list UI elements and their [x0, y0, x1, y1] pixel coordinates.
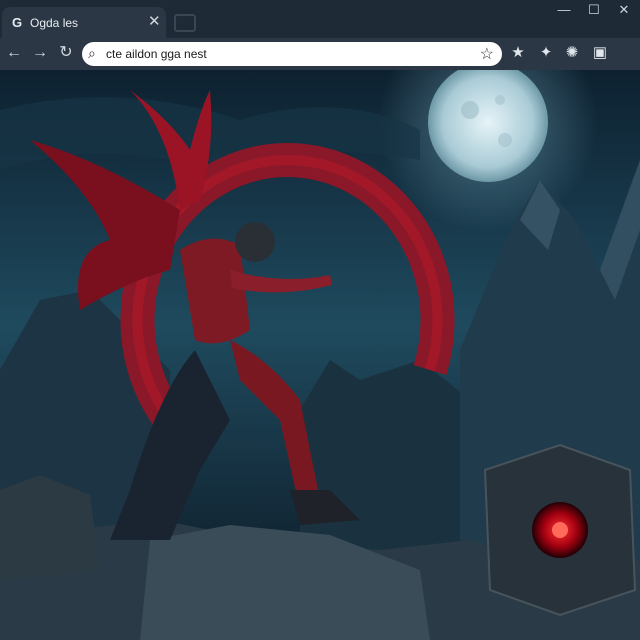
twitch-icon[interactable]: ▣ — [590, 43, 610, 63]
search-icon: ⌕ — [88, 45, 96, 61]
fantasy-artwork — [0, 70, 640, 640]
browser-toolbar: ← → ↻ ⌕ cte aildon gga nest ☆ ★ ✦ ✺ ▣ — [0, 38, 640, 70]
address-bar[interactable]: ⌕ cte aildon gga nest ☆ — [82, 42, 502, 66]
bookmark-star-icon[interactable]: ☆ — [480, 44, 494, 64]
minimize-button[interactable]: — — [554, 2, 574, 17]
url-text[interactable]: cte aildon gga nest — [106, 47, 207, 61]
forward-button[interactable]: → — [30, 43, 50, 63]
tab-title: Ogda les — [30, 16, 79, 30]
star-icon[interactable]: ★ — [508, 43, 528, 63]
close-window-button[interactable]: ✕ — [614, 2, 634, 18]
puzzle-icon[interactable]: ✦ — [536, 43, 556, 63]
maximize-button[interactable]: ☐ — [584, 2, 604, 18]
back-button[interactable]: ← — [4, 43, 24, 63]
new-tab-button[interactable] — [174, 14, 196, 32]
reload-button[interactable]: ↻ — [56, 43, 76, 63]
browser-tab[interactable]: G Ogda les ✕ — [2, 7, 166, 38]
settings-icon[interactable]: ✺ — [562, 43, 582, 63]
google-favicon-icon: G — [12, 15, 23, 30]
page-content-artwork — [0, 70, 640, 640]
tab-bar: G Ogda les ✕ — ☐ ✕ — [0, 0, 640, 38]
warrior-helmet — [235, 222, 275, 262]
tab-close-button[interactable]: ✕ — [148, 14, 161, 29]
